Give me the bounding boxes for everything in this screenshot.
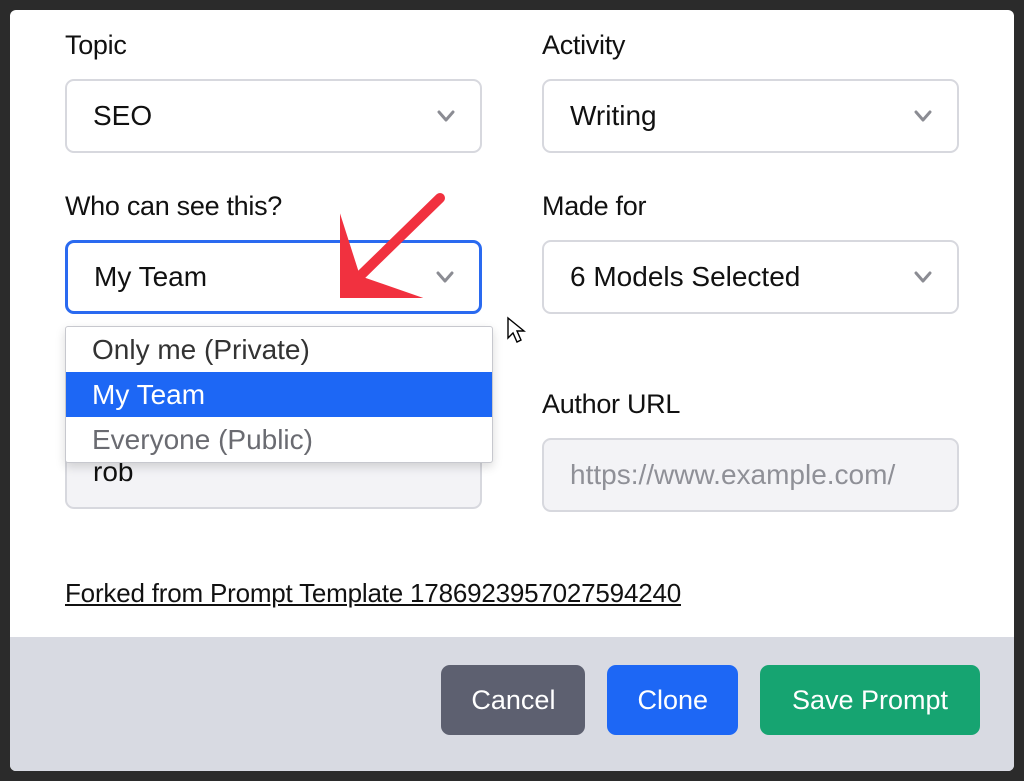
cancel-button[interactable]: Cancel [441, 665, 585, 735]
chevron-down-icon [911, 104, 935, 128]
activity-label: Activity [542, 30, 959, 61]
activity-select-value: Writing [570, 100, 657, 132]
author-url-input[interactable] [542, 438, 959, 512]
visibility-dropdown-menu[interactable]: Only me (Private) My Team Everyone (Publ… [65, 326, 493, 463]
modal-footer: Cancel Clone Save Prompt [10, 637, 1014, 771]
save-prompt-button[interactable]: Save Prompt [760, 665, 980, 735]
chevron-down-icon [911, 265, 935, 289]
visibility-option-public[interactable]: Everyone (Public) [66, 417, 492, 462]
chevron-down-icon [434, 104, 458, 128]
made-for-label: Made for [542, 191, 959, 222]
topic-select[interactable]: SEO [65, 79, 482, 153]
topic-select-value: SEO [93, 100, 152, 132]
author-url-field-group: Author URL [542, 389, 959, 512]
activity-select[interactable]: Writing [542, 79, 959, 153]
made-for-select[interactable]: 6 Models Selected [542, 240, 959, 314]
modal-dialog: Topic SEO Activity Writing [10, 10, 1014, 771]
clone-button[interactable]: Clone [607, 665, 738, 735]
made-for-field-group: Made for 6 Models Selected [542, 191, 959, 314]
made-for-select-value: 6 Models Selected [570, 261, 800, 293]
visibility-field-group: Who can see this? My Team [65, 191, 482, 314]
topic-label: Topic [65, 30, 482, 61]
visibility-label: Who can see this? [65, 191, 482, 222]
visibility-option-team[interactable]: My Team [66, 372, 492, 417]
modal-content: Topic SEO Activity Writing [10, 10, 1014, 637]
visibility-select[interactable]: My Team [65, 240, 482, 314]
form-row-2: Who can see this? My Team Made for 6 Mod… [65, 191, 959, 314]
forked-from-link[interactable]: Forked from Prompt Template 178692395702… [65, 578, 681, 609]
form-row-1: Topic SEO Activity Writing [65, 30, 959, 153]
topic-field-group: Topic SEO [65, 30, 482, 153]
visibility-select-value: My Team [94, 261, 207, 293]
chevron-down-icon [433, 265, 457, 289]
activity-field-group: Activity Writing [542, 30, 959, 153]
visibility-option-private[interactable]: Only me (Private) [66, 327, 492, 372]
author-url-label: Author URL [542, 389, 959, 420]
